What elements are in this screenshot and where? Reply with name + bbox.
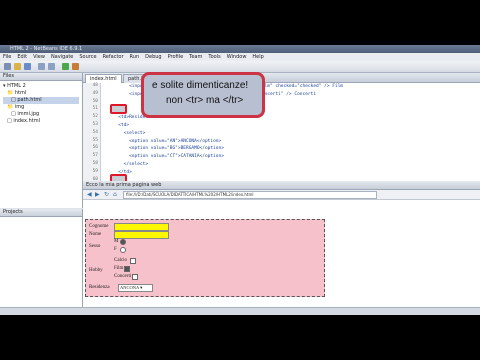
line-number: 49 [92,90,98,96]
nome-input[interactable] [114,231,169,239]
menu-item[interactable]: Debug [145,54,161,60]
back-arrow-icon[interactable]: ◀ [87,191,92,198]
url-field[interactable]: file:///D:/Dati/SCUOLA/DIDATTICA/HTML%20… [123,191,377,199]
menu-item[interactable]: Navigate [51,54,73,60]
tree-item-index[interactable]: □ index.html [3,118,79,125]
sex-radio-f[interactable] [120,247,126,253]
label-hobby: Hobby [89,268,103,273]
debug-icon[interactable] [72,63,79,70]
sex-option-f: F [114,247,117,252]
residenza-select[interactable]: ANCONA ▾ [118,284,153,292]
forward-arrow-icon[interactable]: ▶ [95,191,100,198]
home-icon[interactable]: ⌂ [113,191,117,198]
hobby-film: Film [114,266,124,271]
run-icon[interactable] [62,63,69,70]
line-number: 59 [92,168,98,174]
label-sesso: Sesso [89,244,101,249]
line-number: 53 [92,122,98,127]
code-line: <select> [102,130,146,136]
tree-item-project[interactable]: ▾ HTML 2 [3,83,79,90]
browser-title: Ecco la mia prima pagina web [83,181,480,190]
sex-radio-m[interactable] [120,239,126,245]
new-file-icon[interactable] [4,63,11,70]
code-line: <td> [102,123,130,128]
projects-panel-title: Projects [0,209,82,217]
menu-item[interactable]: Help [252,54,263,60]
sex-option-m: M [114,239,119,244]
code-line: <option value="CT">CATANIA</option> [102,154,224,160]
line-number: 51 [92,106,98,112]
label-nome: Nome [89,232,102,237]
menu-bar: File Edit View Navigate Source Refactor Run Deb… [0,53,480,61]
hobby-calcio-checkbox[interactable] [130,258,136,264]
line-number: 48 [92,83,98,88]
projects-panel: Projects [0,209,83,315]
tree-item-img[interactable]: 📁 img [3,104,79,111]
code-line: <option value="AN">ANCONA</option> [102,138,222,144]
code-line: <option value="BG">BERGAMO</option> [102,146,224,152]
tree-item-path[interactable]: □ path.html [3,97,79,104]
redo-icon[interactable] [48,63,55,70]
line-number: 50 [92,98,98,104]
hobby-calcio: Calcio [114,258,128,263]
menu-item[interactable]: File [3,54,11,60]
rendered-form: Cognome Nome Sesso M F Hobby Calcio Film… [85,219,325,297]
menu-item[interactable]: Edit [17,54,27,60]
code-line: </select> [102,162,149,167]
hobby-concerti-checkbox[interactable] [132,274,138,280]
tab-index-html[interactable]: index.html [85,74,122,83]
undo-icon[interactable] [38,63,45,70]
save-icon[interactable] [24,63,31,70]
callout-line-1: e solite dimenticanze! [152,80,249,91]
browser-nav: ◀ ▶ ↻ ⌂ file:///D:/Dati/SCUOLA/DIDATTICA… [83,190,480,200]
menu-item[interactable]: Profile [168,54,184,60]
hobby-film-checkbox[interactable] [124,266,130,272]
tree-item-immi[interactable]: □ immi.jpg [3,111,79,118]
title-bar: HTML 2 - NetBeans IDE 6.9.1 [0,45,480,53]
files-panel: Files ▾ HTML 2 📁 html □ path.html 📁 img … [0,73,83,208]
menu-item[interactable]: Window [227,54,247,60]
line-number: 54 [92,129,98,135]
menu-item[interactable]: View [33,54,45,60]
label-residenza: Residenza [89,285,110,290]
file-tree: ▾ HTML 2 📁 html □ path.html 📁 img □ immi… [0,81,82,127]
files-panel-title: Files [0,73,82,81]
callout-line-2: non <tr> ma </tr> [166,95,244,106]
annotation-callout: e solite dimenticanze! non <tr> ma </tr> [141,72,265,118]
menu-item[interactable]: Run [130,54,140,60]
line-number: 56 [92,145,98,151]
menu-item[interactable]: Source [79,54,96,60]
label-cognome: Cognome [89,224,109,229]
line-number: 57 [92,153,98,159]
menu-item[interactable]: Refactor [103,54,124,60]
status-bar [0,307,480,315]
menu-item[interactable]: Team [189,54,202,60]
menu-item[interactable]: Tools [208,54,220,60]
reload-icon[interactable]: ↻ [104,191,109,198]
hobby-concerti: Concerti [114,274,132,279]
browser-panel: Ecco la mia prima pagina web ◀ ▶ ↻ ⌂ fil… [83,181,480,315]
cognome-input[interactable] [114,223,169,231]
open-folder-icon[interactable] [14,63,21,70]
highlight-open-tr [110,104,127,114]
line-number: 55 [92,137,98,143]
line-number: 58 [92,161,98,166]
tree-item-html[interactable]: 📁 html [3,90,79,97]
line-number: 52 [92,114,98,120]
